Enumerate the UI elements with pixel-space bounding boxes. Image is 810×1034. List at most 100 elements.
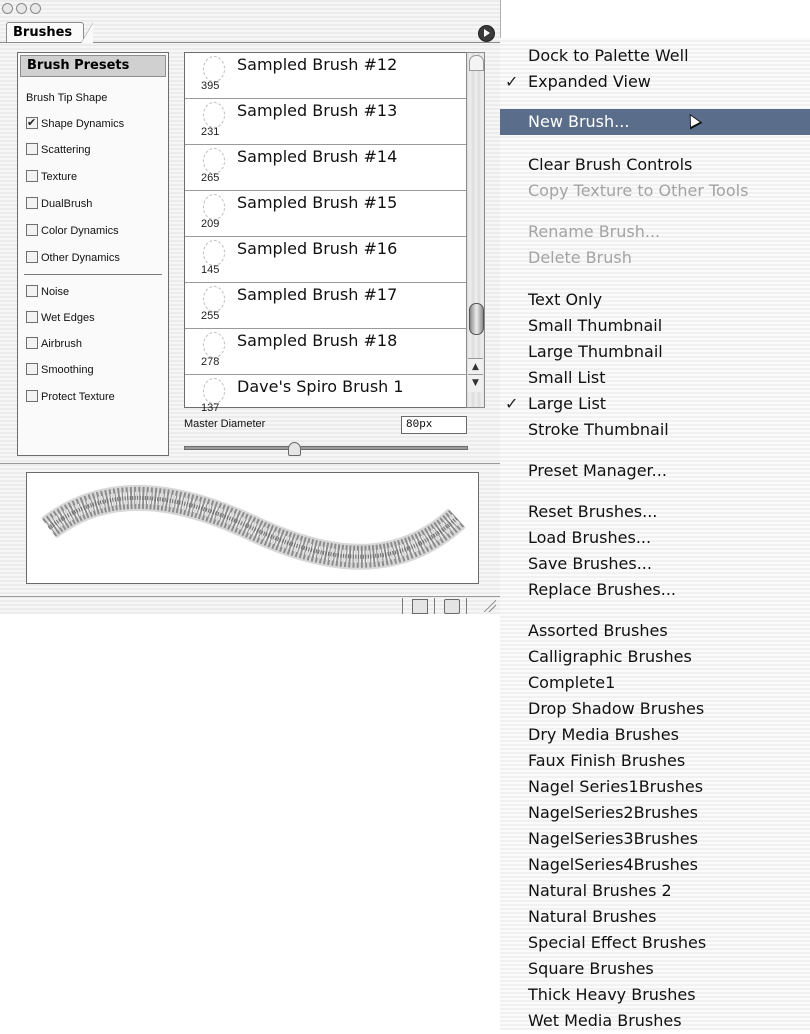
menu-item-text-only[interactable]: Text Only [500, 287, 810, 313]
checkbox[interactable] [26, 143, 38, 155]
preview-divider [0, 463, 500, 464]
zoom-window-icon[interactable] [30, 3, 41, 14]
brush-preset-row[interactable]: 278 Sampled Brush #18 [185, 329, 468, 375]
brush-preset-row[interactable]: 209 Sampled Brush #15 [185, 191, 468, 237]
option-brush-tip-shape[interactable]: Brush Tip Shape [26, 89, 107, 107]
option-texture[interactable]: Texture [26, 168, 77, 186]
brush-name: Sampled Brush #14 [237, 147, 398, 166]
menu-item-drop-shadow-brushes[interactable]: Drop Shadow Brushes [500, 696, 810, 722]
menu-item-label: Faux Finish Brushes [528, 751, 686, 770]
brush-presets-item[interactable]: Brush Presets [20, 55, 166, 77]
brush-preset-row[interactable]: 145 Sampled Brush #16 [185, 237, 468, 283]
option-smoothing[interactable]: Smoothing [26, 361, 94, 379]
menu-item-nagelseries4brushes[interactable]: NagelSeries4Brushes [500, 852, 810, 878]
brush-size: 231 [201, 126, 220, 138]
checkbox[interactable] [26, 363, 38, 375]
menu-item-label: Load Brushes... [528, 528, 652, 547]
create-new-brush-icon[interactable] [412, 599, 428, 614]
menu-item-faux-finish-brushes[interactable]: Faux Finish Brushes [500, 748, 810, 774]
menu-item-calligraphic-brushes[interactable]: Calligraphic Brushes [500, 644, 810, 670]
menu-item-reset-brushes[interactable]: Reset Brushes... [500, 499, 810, 525]
trash-icon[interactable] [444, 599, 460, 614]
brush-preset-row[interactable]: 231 Sampled Brush #13 [185, 99, 468, 145]
checkbox[interactable] [26, 114, 38, 132]
checkmark-icon: ✓ [505, 72, 519, 91]
brush-list-scrollbar[interactable]: ▲ ▼ [466, 52, 485, 408]
mouse-pointer-icon [683, 110, 703, 130]
title-bar[interactable] [0, 0, 500, 20]
checkbox[interactable] [26, 197, 38, 209]
menu-item-nagelseries2brushes[interactable]: NagelSeries2Brushes [500, 800, 810, 826]
menu-item-label: Wet Media Brushes [528, 1011, 682, 1030]
option-wet-edges[interactable]: Wet Edges [26, 309, 95, 327]
palette-bottom-bar [0, 596, 500, 615]
option-color-dynamics[interactable]: Color Dynamics [26, 222, 119, 240]
brush-name: Sampled Brush #12 [237, 55, 398, 74]
brush-thumbnail-icon [203, 194, 225, 220]
brush-preset-row[interactable]: 265 Sampled Brush #14 [185, 145, 468, 191]
menu-item-large-thumbnail[interactable]: Large Thumbnail [500, 339, 810, 365]
menu-item-load-brushes[interactable]: Load Brushes... [500, 525, 810, 551]
menu-item-stroke-thumbnail[interactable]: Stroke Thumbnail [500, 417, 810, 443]
menu-item-label: Natural Brushes 2 [528, 881, 672, 900]
menu-item-preset-manager[interactable]: Preset Manager... [500, 458, 810, 484]
scroll-up-arrow-icon[interactable]: ▲ [468, 358, 483, 375]
minimize-window-icon[interactable] [16, 3, 27, 14]
option-shape-dynamics[interactable]: Shape Dynamics [26, 114, 124, 133]
menu-item-complete1[interactable]: Complete1 [500, 670, 810, 696]
menu-item-thick-heavy-brushes[interactable]: Thick Heavy Brushes [500, 982, 810, 1008]
menu-item-large-list[interactable]: ✓ Large List [500, 391, 810, 417]
menu-item-assorted-brushes[interactable]: Assorted Brushes [500, 618, 810, 644]
menu-item-dock-to-palette-well[interactable]: Dock to Palette Well [500, 43, 810, 69]
options-divider [24, 274, 162, 275]
checkbox[interactable] [26, 251, 38, 263]
option-other-dynamics[interactable]: Other Dynamics [26, 249, 120, 267]
checkbox[interactable] [26, 311, 38, 323]
option-protect-texture[interactable]: Protect Texture [26, 388, 115, 406]
checkbox[interactable] [26, 170, 38, 182]
checkbox[interactable] [26, 337, 38, 349]
scrollbar-thumb[interactable] [469, 303, 484, 335]
checkbox[interactable] [26, 224, 38, 236]
menu-item-nagelseries3brushes[interactable]: NagelSeries3Brushes [500, 826, 810, 852]
option-dualbrush[interactable]: DualBrush [26, 195, 92, 213]
tab-brushes[interactable]: Brushes [6, 22, 93, 43]
option-airbrush[interactable]: Airbrush [26, 335, 82, 353]
menu-item-natural-brushes[interactable]: Natural Brushes [500, 904, 810, 930]
option-scattering[interactable]: Scattering [26, 141, 91, 159]
checkbox[interactable] [26, 390, 38, 402]
option-label: Color Dynamics [41, 225, 119, 237]
brush-preset-row[interactable]: 255 Sampled Brush #17 [185, 283, 468, 329]
menu-item-new-brush[interactable]: New Brush... [500, 109, 810, 135]
checkbox[interactable] [26, 285, 38, 297]
close-window-icon[interactable] [2, 3, 13, 14]
menu-item-natural-brushes-2[interactable]: Natural Brushes 2 [500, 878, 810, 904]
menu-item-clear-brush-controls[interactable]: Clear Brush Controls [500, 152, 810, 178]
brush-name: Sampled Brush #16 [237, 239, 398, 258]
menu-item-nagel-series1brushes[interactable]: Nagel Series1Brushes [500, 774, 810, 800]
option-label: Airbrush [41, 338, 82, 350]
brush-size: 395 [201, 80, 220, 92]
master-diameter-slider-knob[interactable] [288, 442, 301, 456]
master-diameter-input[interactable]: 80px [401, 416, 467, 434]
menu-item-save-brushes[interactable]: Save Brushes... [500, 551, 810, 577]
palette-menu-arrow-icon[interactable] [478, 25, 495, 42]
menu-item-square-brushes[interactable]: Square Brushes [500, 956, 810, 982]
brush-preset-row[interactable]: 137 Dave's Spiro Brush 1 [185, 375, 468, 414]
menu-item-expanded-view[interactable]: ✓ Expanded View [500, 69, 810, 95]
menu-item-special-effect-brushes[interactable]: Special Effect Brushes [500, 930, 810, 956]
menu-item-replace-brushes[interactable]: Replace Brushes... [500, 577, 810, 603]
brush-preset-list[interactable]: 395 Sampled Brush #12 231 Sampled Brush #13… [184, 52, 469, 414]
menu-item-small-list[interactable]: Small List [500, 365, 810, 391]
menu-item-dry-media-brushes[interactable]: Dry Media Brushes [500, 722, 810, 748]
master-diameter-slider[interactable] [184, 446, 468, 450]
stroke-preview-image [41, 485, 466, 570]
menu-item-label: Expanded View [528, 72, 651, 91]
option-noise[interactable]: Noise [26, 283, 69, 301]
menu-item-label: Dock to Palette Well [528, 46, 689, 65]
menu-item-wet-media-brushes[interactable]: Wet Media Brushes [500, 1008, 810, 1034]
resize-grip-icon[interactable] [482, 598, 496, 612]
menu-item-small-thumbnail[interactable]: Small Thumbnail [500, 313, 810, 339]
scroll-down-arrow-icon[interactable]: ▼ [468, 374, 483, 392]
brush-preset-row[interactable]: 395 Sampled Brush #12 [185, 53, 468, 99]
